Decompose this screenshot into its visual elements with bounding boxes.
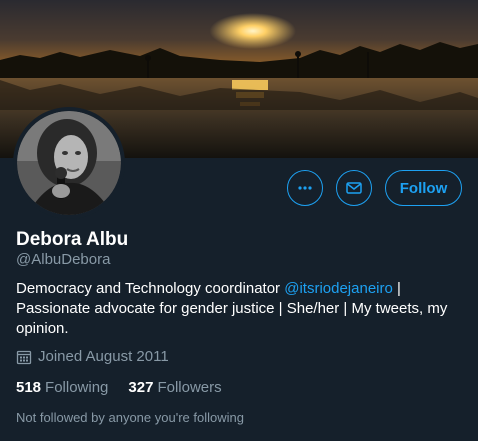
joined-date: Joined August 2011 bbox=[16, 348, 169, 365]
avatar-photo bbox=[17, 111, 121, 215]
follow-stats: 518 Following 327 Followers bbox=[16, 379, 242, 396]
profile-handle: @AlbuDebora bbox=[16, 251, 111, 268]
more-options-button[interactable] bbox=[287, 170, 323, 206]
following-count: 518 bbox=[16, 379, 42, 396]
not-followed-notice: Not followed by anyone you're following bbox=[16, 410, 244, 425]
followers-link[interactable]: 327 Followers bbox=[128, 379, 221, 396]
profile-name: Debora Albu bbox=[16, 229, 129, 250]
envelope-icon bbox=[346, 182, 362, 194]
following-link[interactable]: 518 Following bbox=[16, 379, 108, 396]
bio-text-prefix: Democracy and Technology coordinator bbox=[16, 280, 285, 297]
profile-page: Follow Debora Albu @AlbuDebora Democracy… bbox=[0, 0, 478, 441]
follow-button[interactable]: Follow bbox=[385, 170, 462, 206]
joined-text: Joined August 2011 bbox=[38, 348, 169, 365]
more-icon bbox=[298, 186, 312, 190]
message-button[interactable] bbox=[336, 170, 372, 206]
followers-count: 327 bbox=[128, 379, 154, 396]
following-label: Following bbox=[45, 379, 109, 396]
profile-bio: Democracy and Technology coordinator @it… bbox=[16, 279, 456, 339]
bio-mention-link[interactable]: @itsriodejaneiro bbox=[284, 280, 393, 297]
profile-avatar[interactable] bbox=[13, 107, 125, 219]
followers-label: Followers bbox=[157, 379, 222, 396]
calendar-icon bbox=[16, 349, 32, 365]
